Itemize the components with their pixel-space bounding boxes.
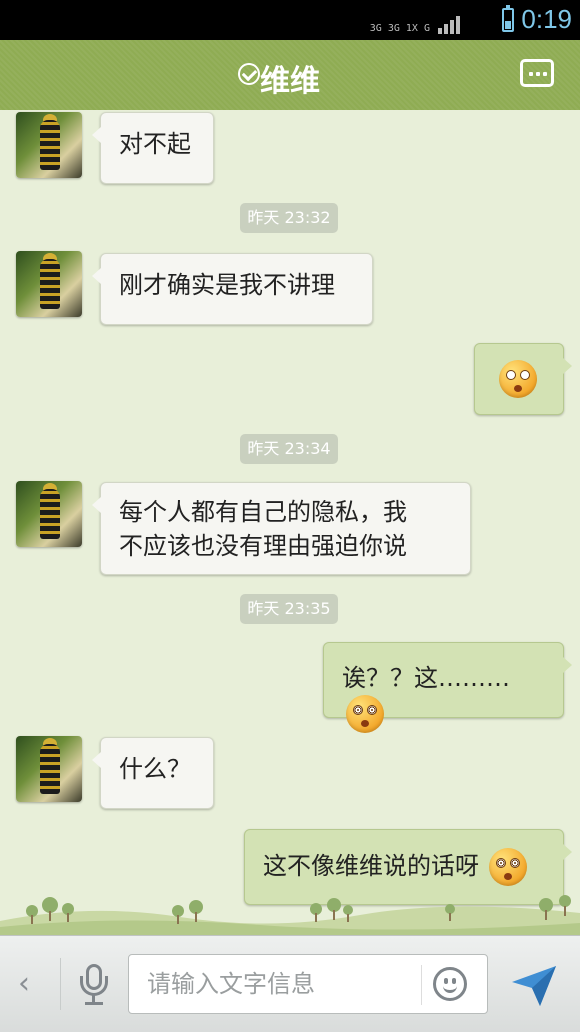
- landscape-decoration: [0, 895, 580, 935]
- status-bar: 3G 3G 1X G 0:19: [0, 0, 580, 40]
- divider: [60, 958, 61, 1010]
- timestamp: 昨天 23:32: [240, 203, 338, 233]
- back-arrow-icon[interactable]: ‹: [18, 966, 30, 1001]
- contact-name: 维维: [260, 64, 320, 99]
- incoming-message[interactable]: 什么？: [92, 737, 214, 809]
- battery-icon: [502, 5, 514, 32]
- message-text: 对不起: [119, 130, 191, 158]
- status-time: 0:19: [521, 4, 572, 34]
- message-text-line: 不应该也没有理由强迫你说: [119, 532, 407, 560]
- message-text-line: 每个人都有自己的隐私，我: [119, 498, 407, 526]
- chat-history[interactable]: 对不起 昨天 23:32 刚才确实是我不讲理 昨天 23:34 每个人都有自己的…: [0, 110, 580, 935]
- outgoing-message[interactable]: [474, 343, 572, 415]
- more-options-button[interactable]: [520, 59, 554, 87]
- message-text: 这不像维维说的话呀: [263, 852, 479, 880]
- message-input-bar: ‹: [0, 935, 580, 1032]
- timestamp: 昨天 23:35: [240, 594, 338, 624]
- network-type-text: 3G 3G 1X G: [369, 23, 430, 34]
- message-text: 刚才确实是我不讲理: [119, 271, 335, 299]
- incoming-message[interactable]: 对不起: [92, 112, 214, 184]
- dizzy-face-icon: [488, 848, 527, 886]
- send-arrow-icon[interactable]: [510, 962, 558, 1008]
- network-indicators: 3G 3G 1X G: [370, 6, 460, 34]
- message-text: 什么？: [119, 755, 191, 783]
- angry-face-icon: [499, 360, 537, 398]
- contact-avatar[interactable]: [16, 736, 82, 802]
- message-input[interactable]: [129, 955, 414, 1013]
- contact-avatar[interactable]: [16, 481, 82, 547]
- incoming-message[interactable]: 每个人都有自己的隐私，我 不应该也没有理由强迫你说: [92, 482, 471, 575]
- chat-header: 维维: [0, 40, 580, 111]
- dizzy-face-icon: [346, 695, 384, 733]
- incoming-message[interactable]: 刚才确实是我不讲理: [92, 253, 373, 325]
- contact-avatar[interactable]: [16, 251, 82, 317]
- contact-avatar[interactable]: [16, 112, 82, 178]
- smiley-icon[interactable]: [433, 967, 467, 1001]
- microphone-icon[interactable]: [78, 964, 110, 1008]
- signal-icon: [438, 16, 460, 34]
- outgoing-message[interactable]: 诶？？这………: [323, 642, 572, 733]
- message-text: 诶？？这………: [342, 664, 510, 692]
- divider: [421, 965, 422, 1005]
- timestamp: 昨天 23:34: [240, 434, 338, 464]
- message-field[interactable]: [128, 954, 488, 1014]
